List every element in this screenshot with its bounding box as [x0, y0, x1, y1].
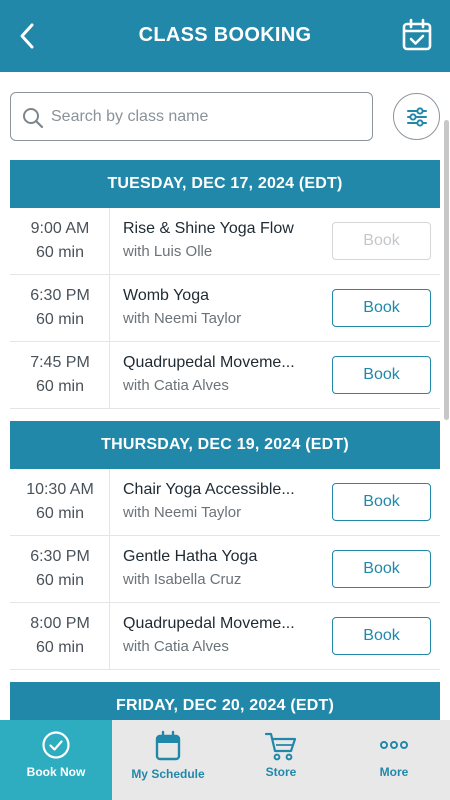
class-row: 10:30 AM 60 min Chair Yoga Accessible...…: [10, 469, 440, 536]
instructor: with Catia Alves: [123, 638, 229, 655]
start-time: 6:30 PM: [30, 548, 90, 565]
day-section: THURSDAY, DEC 19, 2024 (EDT) 10:30 AM 60…: [10, 421, 440, 670]
class-row: 9:00 AM 60 min Rise & Shine Yoga Flow wi…: [10, 208, 440, 275]
start-time: 9:00 AM: [30, 220, 90, 237]
scrollbar[interactable]: [444, 120, 449, 420]
class-info[interactable]: Quadrupedal Moveme... with Catia Alves: [123, 615, 318, 655]
class-time: 6:30 PM 60 min: [10, 536, 110, 602]
book-button[interactable]: Book: [332, 550, 431, 588]
class-info[interactable]: Quadrupedal Moveme... with Catia Alves: [123, 354, 318, 394]
book-button[interactable]: Book: [332, 222, 431, 260]
instructor: with Neemi Taylor: [123, 310, 242, 327]
class-list: TUESDAY, DEC 17, 2024 (EDT) 9:00 AM 60 m…: [10, 160, 440, 720]
instructor: with Catia Alves: [123, 377, 229, 394]
book-button[interactable]: Book: [332, 289, 431, 327]
calendar-icon: [155, 730, 181, 761]
cart-icon: [264, 732, 297, 761]
duration: 60 min: [35, 505, 85, 522]
class-row: 8:00 PM 60 min Quadrupedal Moveme... wit…: [10, 603, 440, 670]
class-name: Gentle Hatha Yoga: [123, 548, 258, 565]
duration: 60 min: [35, 244, 85, 261]
class-name: Womb Yoga: [123, 287, 209, 304]
day-header: FRIDAY, DEC 20, 2024 (EDT): [10, 682, 440, 720]
class-name: Rise & Shine Yoga Flow: [123, 220, 294, 237]
tab-label: My Schedule: [131, 767, 205, 781]
class-info[interactable]: Womb Yoga with Neemi Taylor: [123, 287, 318, 327]
day-header: TUESDAY, DEC 17, 2024 (EDT): [10, 160, 440, 208]
instructor: with Neemi Taylor: [123, 504, 242, 521]
duration: 60 min: [35, 639, 85, 656]
class-name: Chair Yoga Accessible...: [123, 481, 295, 498]
tab-store[interactable]: Store: [225, 720, 337, 800]
book-button[interactable]: Book: [332, 356, 431, 394]
instructor: with Isabella Cruz: [123, 571, 242, 588]
class-info[interactable]: Gentle Hatha Yoga with Isabella Cruz: [123, 548, 318, 588]
app-header: CLASS BOOKING: [0, 0, 450, 72]
start-time: 8:00 PM: [30, 615, 90, 632]
class-name: Quadrupedal Moveme...: [123, 354, 295, 371]
class-row: 6:30 PM 60 min Womb Yoga with Neemi Tayl…: [10, 275, 440, 342]
search-row: [10, 90, 442, 142]
search-input[interactable]: [51, 101, 351, 133]
more-dots-icon: [380, 741, 408, 749]
duration: 60 min: [35, 572, 85, 589]
start-time: 7:45 PM: [30, 354, 90, 371]
book-button[interactable]: Book: [332, 617, 431, 655]
class-time: 6:30 PM 60 min: [10, 275, 110, 341]
class-name: Quadrupedal Moveme...: [123, 615, 295, 632]
search-icon: [23, 108, 44, 129]
tab-book-now[interactable]: Book Now: [0, 720, 112, 800]
class-row: 6:30 PM 60 min Gentle Hatha Yoga with Is…: [10, 536, 440, 603]
day-header: THURSDAY, DEC 19, 2024 (EDT): [10, 421, 440, 469]
calendar-button[interactable]: [402, 18, 432, 52]
search-field[interactable]: [10, 92, 373, 141]
filter-sliders-icon: [407, 107, 427, 127]
calendar-check-icon: [402, 18, 432, 51]
tab-label: More: [379, 765, 409, 779]
class-time: 7:45 PM 60 min: [10, 342, 110, 408]
day-section: FRIDAY, DEC 20, 2024 (EDT): [10, 682, 440, 720]
class-time: 8:00 PM 60 min: [10, 603, 110, 669]
book-button[interactable]: Book: [332, 483, 431, 521]
check-circle-icon: [42, 731, 70, 759]
class-time: 9:00 AM 60 min: [10, 208, 110, 274]
tab-label: Store: [265, 765, 297, 779]
class-time: 10:30 AM 60 min: [10, 469, 110, 535]
start-time: 10:30 AM: [26, 481, 94, 498]
class-row: 7:45 PM 60 min Quadrupedal Moveme... wit…: [10, 342, 440, 409]
tab-my-schedule[interactable]: My Schedule: [112, 720, 224, 800]
duration: 60 min: [35, 378, 85, 395]
bottom-tab-bar: Book Now My Schedule Store More: [0, 720, 450, 800]
day-section: TUESDAY, DEC 17, 2024 (EDT) 9:00 AM 60 m…: [10, 160, 440, 409]
class-info[interactable]: Rise & Shine Yoga Flow with Luis Olle: [123, 220, 318, 260]
filter-button[interactable]: [393, 93, 440, 140]
duration: 60 min: [35, 311, 85, 328]
start-time: 6:30 PM: [30, 287, 90, 304]
instructor: with Luis Olle: [123, 243, 213, 260]
class-info[interactable]: Chair Yoga Accessible... with Neemi Tayl…: [123, 481, 318, 521]
page-title: CLASS BOOKING: [138, 24, 312, 46]
tab-more[interactable]: More: [338, 720, 450, 800]
tab-label: Book Now: [26, 765, 86, 779]
